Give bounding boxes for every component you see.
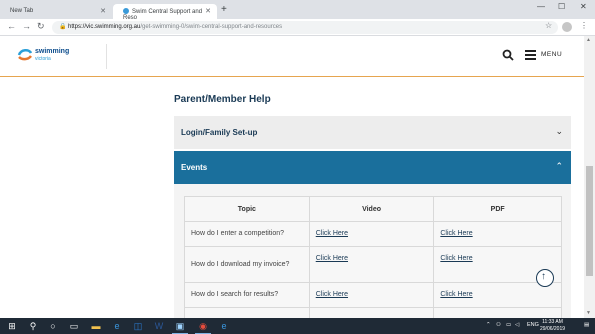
tab-label: New Tab <box>10 8 34 14</box>
language-indicator[interactable]: ENG <box>527 322 539 328</box>
scroll-up-arrow-icon[interactable]: ▲ <box>586 37 591 43</box>
outlook-icon[interactable]: ◫ <box>132 320 144 332</box>
internet-explorer-icon[interactable]: e <box>218 320 230 332</box>
topic-cell: How do I download my invoice? <box>184 246 310 283</box>
system-clock[interactable]: 11:33 AM 29/06/2019 <box>540 319 565 333</box>
video-link[interactable]: Click Here <box>308 246 435 283</box>
chrome-icon[interactable]: ◉ <box>197 320 209 332</box>
tray-chevron-icon[interactable]: ⌃ <box>486 322 491 328</box>
scroll-down-arrow-icon[interactable]: ▼ <box>586 310 591 316</box>
close-window-icon[interactable]: ✕ <box>580 2 587 11</box>
volume-icon[interactable]: ◁ <box>515 322 519 328</box>
header-divider <box>106 44 107 69</box>
video-link[interactable]: Click Here <box>308 221 435 247</box>
url-text: https://vic.swimming.org.au/get-swimming… <box>68 24 282 30</box>
scrollbar-thumb[interactable] <box>586 166 593 276</box>
chevron-down-icon: ⌄ <box>555 126 563 136</box>
scroll-to-top-button[interactable]: ↑ <box>536 269 554 287</box>
url-field[interactable]: 🔒 https://vic.swimming.org.au/get-swimmi… <box>52 21 558 34</box>
logo-text-secondary: victoria <box>35 56 51 62</box>
minimize-icon[interactable]: — <box>537 2 545 11</box>
table-row: How do I search for results? Click Here … <box>184 282 562 308</box>
clock-date: 29/06/2019 <box>540 326 566 332</box>
reload-icon[interactable]: ↻ <box>37 21 45 32</box>
accordion-label: Events <box>181 163 208 172</box>
pdf-link[interactable]: Click Here <box>433 221 562 247</box>
photos-icon[interactable]: ▣ <box>174 320 186 332</box>
edge-browser-icon[interactable]: e <box>111 320 123 332</box>
accordion-label: Login/Family Set-up <box>181 128 258 137</box>
forward-arrow-icon[interactable]: → <box>22 21 31 31</box>
browser-tab-bar: New Tab ✕ Swim Central Support and Reso … <box>0 0 595 21</box>
column-header-video: Video <box>308 196 435 222</box>
favicon-icon <box>123 8 129 14</box>
tab-new-tab[interactable]: New Tab ✕ <box>0 4 112 19</box>
topic-cell: How do I enter a competition? <box>184 221 310 247</box>
accordion-login-family-setup[interactable]: Login/Family Set-up ⌄ <box>174 116 571 149</box>
tab-swim-central[interactable]: Swim Central Support and Reso ✕ <box>113 4 217 21</box>
task-view-icon[interactable]: ▭ <box>68 320 80 332</box>
table-row <box>184 307 562 318</box>
battery-icon[interactable]: ▭ <box>506 322 511 328</box>
people-icon[interactable]: ⚇ <box>496 322 501 328</box>
notification-icon[interactable]: ▤ <box>584 322 589 328</box>
maximize-icon[interactable]: ☐ <box>558 2 565 11</box>
clock-time: 11:33 AM <box>542 319 563 325</box>
events-help-table: Topic Video PDF How do I enter a competi… <box>184 196 562 318</box>
arrow-up-icon: ↑ <box>541 271 546 282</box>
file-explorer-icon[interactable]: ▬ <box>90 320 102 332</box>
url-host: https://vic.swimming.org.au <box>68 24 141 30</box>
search-icon[interactable] <box>502 49 514 61</box>
logo-text-primary: swimming <box>35 48 70 55</box>
swimming-victoria-logo[interactable]: swimming victoria <box>17 44 77 66</box>
browser-menu-icon[interactable]: ⋮ <box>580 21 588 30</box>
url-path: /get-swimming-0/swim-central-support-and… <box>140 24 283 30</box>
word-icon[interactable]: W <box>153 320 165 332</box>
video-link[interactable]: Click Here <box>308 282 435 308</box>
site-header: swimming victoria MENU <box>0 36 584 77</box>
accordion-events[interactable]: Events ⌃ <box>174 151 571 184</box>
page-content: Parent/Member Help Login/Family Set-up ⌄… <box>0 78 584 318</box>
profile-avatar-icon[interactable] <box>562 22 572 32</box>
lock-icon: 🔒 <box>59 24 67 30</box>
cortana-icon[interactable]: ○ <box>47 320 59 332</box>
table-row: How do I enter a competition? Click Here… <box>184 221 562 247</box>
table-row: How do I download my invoice? Click Here… <box>184 246 562 283</box>
menu-button-label[interactable]: MENU <box>541 51 562 58</box>
close-tab-icon[interactable]: ✕ <box>205 7 211 15</box>
hamburger-menu-icon[interactable] <box>525 50 536 60</box>
chevron-up-icon: ⌃ <box>555 161 563 171</box>
address-bar-row: ← → ↻ 🔒 https://vic.swimming.org.au/get-… <box>0 19 595 36</box>
page-title: Parent/Member Help <box>174 94 271 105</box>
topic-cell: How do I search for results? <box>184 282 310 308</box>
search-icon[interactable]: ⚲ <box>27 320 39 332</box>
page-scrollbar[interactable]: ▲ ▼ <box>584 36 595 318</box>
table-header-row: Topic Video PDF <box>184 196 562 222</box>
windows-taskbar: ⊞ ⚲ ○ ▭ ▬ e ◫ W ▣ ◉ e ⌃ ⚇ ▭ ◁ ENG 11:33 … <box>0 318 595 334</box>
bookmark-star-icon[interactable]: ☆ <box>545 21 552 30</box>
close-tab-icon[interactable]: ✕ <box>100 7 106 15</box>
column-header-topic: Topic <box>184 196 310 222</box>
back-arrow-icon[interactable]: ← <box>7 21 16 31</box>
logo-swirl-icon <box>17 49 33 61</box>
column-header-pdf: PDF <box>433 196 562 222</box>
new-tab-plus-icon[interactable]: + <box>221 4 227 15</box>
windows-start-icon[interactable]: ⊞ <box>6 320 18 332</box>
